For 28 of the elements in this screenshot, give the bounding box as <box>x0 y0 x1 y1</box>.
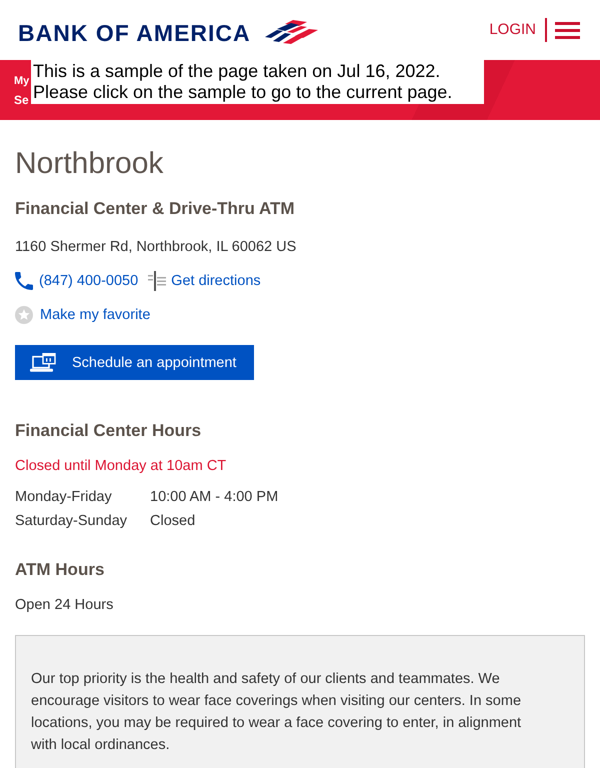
banner-text: My <box>14 74 30 89</box>
banner-text: Se <box>14 92 29 109</box>
address-text: 1160 Shermer Rd, Northbrook, IL 60062 US <box>15 238 298 257</box>
login-link[interactable]: LOGIN <box>489 18 547 42</box>
laptop-calendar-icon <box>30 353 56 372</box>
schedule-appointment-button[interactable]: Schedule an appointment <box>15 345 254 380</box>
section-heading: ATM Hours <box>15 559 106 581</box>
signpost-icon <box>147 271 168 291</box>
closed-status: Closed until Monday at 10am CT <box>15 457 228 476</box>
logo-wordmark[interactable]: BANK OF AMERICA <box>18 20 251 44</box>
phone-link[interactable]: (847) 400-0050 <box>39 271 138 291</box>
section-heading: Financial Center Hours <box>15 420 202 442</box>
notice-line: This is a sample of the page taken on Jul 16, 2022. <box>33 61 442 82</box>
hours-cell-text: Closed <box>150 512 196 531</box>
days-cell-text: Saturday-Sunday <box>15 512 128 531</box>
hours-cell-text: 10:00 AM - 4:00 PM <box>150 488 278 507</box>
notice-line: Please click on the sample to go to the current page. <box>33 82 454 103</box>
days-cell-text: Monday-Friday <box>15 488 113 507</box>
favorite-link[interactable]: Make my favorite <box>40 305 150 325</box>
atm-hours-text: Open 24 Hours <box>15 596 114 615</box>
location-type: Financial Center & Drive-Thru ATM <box>15 198 296 220</box>
menu-icon[interactable] <box>555 22 580 38</box>
sample-notice[interactable]: This is a sample of the page taken on Jul 16, 2022. Please click on the sample to go to the current page. <box>31 60 484 104</box>
directions-link[interactable]: Get directions <box>171 271 261 291</box>
city-title: Northbrook <box>15 146 164 182</box>
notice-text: Our top priority is the health and safety of our clients and teammates. We encourage visitors to wear face coverings when visiting our centers. In some locations, you may be required to wear a face covering to enter, in alignment with local ordinances. <box>31 670 522 755</box>
flag-logo-icon <box>262 20 319 44</box>
phone-icon <box>15 272 33 290</box>
